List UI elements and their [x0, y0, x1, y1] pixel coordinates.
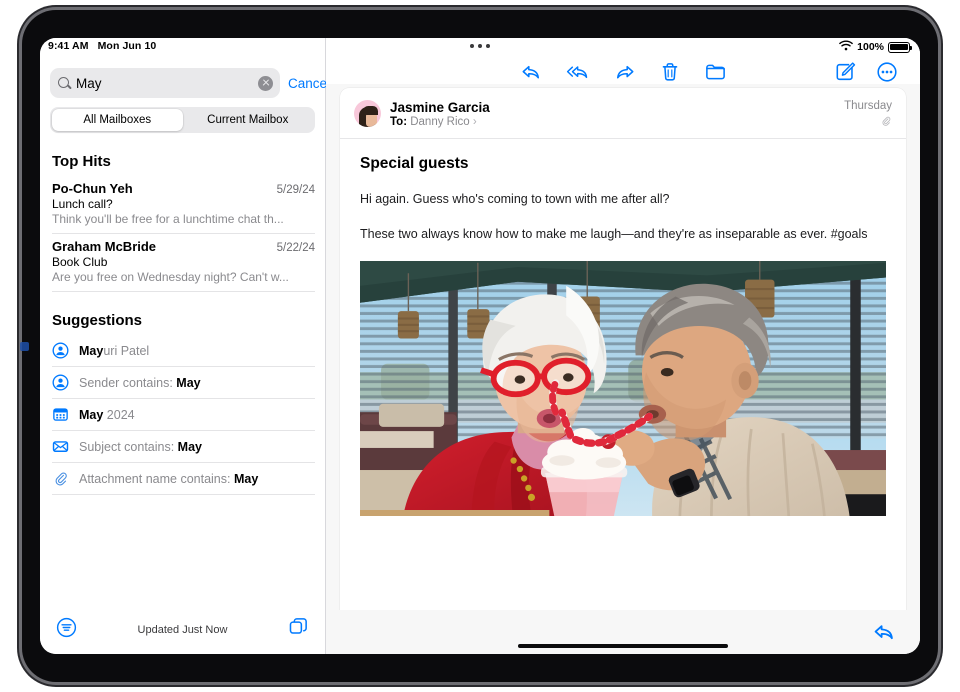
- hit-sender: Graham McBride: [52, 239, 277, 254]
- message-from: Jasmine Garcia: [390, 100, 835, 115]
- hit-date: 5/29/24: [277, 184, 315, 196]
- table-row[interactable]: Po-Chun Yeh 5/29/24 Lunch call? Think yo…: [52, 176, 315, 234]
- delete-button[interactable]: [660, 61, 680, 83]
- hit-sender: Po-Chun Yeh: [52, 181, 277, 196]
- message-reply-bar: [326, 610, 920, 654]
- suggestions-heading: Suggestions: [40, 292, 325, 335]
- top-hits-heading: Top Hits: [40, 133, 325, 176]
- ipad-screen: Cancel All Mailboxes Current Mailbox Top…: [40, 38, 920, 654]
- to-label: To:: [390, 116, 407, 128]
- message-recipients[interactable]: To: Danny Rico ›: [390, 116, 835, 128]
- suggestion-match: May: [79, 344, 103, 358]
- search-field[interactable]: [50, 68, 280, 98]
- filter-lines-circle-icon[interactable]: [56, 617, 77, 643]
- suggestion-match: May: [178, 440, 202, 454]
- suggestion-match: May: [79, 408, 103, 422]
- message-body: Special guests Hi again. Guess who's com…: [340, 139, 906, 610]
- hit-subject: Lunch call?: [52, 197, 315, 211]
- mailbox-status-label: Updated Just Now: [138, 624, 228, 636]
- search-icon: [57, 76, 71, 90]
- home-indicator[interactable]: [518, 644, 728, 649]
- search-row: Cancel: [40, 60, 325, 98]
- suggestion-prefix: Sender contains:: [79, 376, 176, 390]
- bezel-artifact: [20, 342, 29, 351]
- more-options-button[interactable]: [876, 61, 898, 83]
- person-circle-icon: [52, 374, 69, 391]
- message-right-actions: [834, 61, 920, 83]
- hit-header: Po-Chun Yeh 5/29/24: [52, 181, 315, 196]
- message-meta: Thursday: [844, 100, 892, 127]
- reply-button[interactable]: [520, 61, 542, 83]
- suggestion-prefix: Subject contains:: [79, 440, 178, 454]
- suggestion-label: Subject contains: May: [79, 440, 202, 454]
- message-photo-attachment[interactable]: [360, 261, 886, 516]
- message-header: Jasmine Garcia To: Danny Rico › Thursday: [340, 88, 906, 139]
- ipad-device-frame: Cancel All Mailboxes Current Mailbox Top…: [22, 10, 938, 682]
- calendar-icon: [52, 406, 69, 423]
- compose-button[interactable]: [834, 61, 856, 83]
- suggestion-label: May 2024: [79, 408, 135, 422]
- list-item[interactable]: Sender contains: May: [52, 367, 315, 399]
- to-recipient: Danny Rico: [410, 116, 469, 128]
- suggestion-prefix: Attachment name contains:: [79, 472, 234, 486]
- move-to-folder-button[interactable]: [704, 61, 727, 83]
- suggestions-list: Mayuri Patel Sender contains: May: [40, 335, 325, 495]
- mail-search-sidebar: Cancel All Mailboxes Current Mailbox Top…: [40, 38, 326, 654]
- segment-current-mailbox[interactable]: Current Mailbox: [183, 109, 314, 131]
- message-subject: Special guests: [360, 155, 886, 173]
- hit-subject: Book Club: [52, 255, 315, 269]
- suggestion-match: May: [176, 376, 200, 390]
- suggestion-label: Mayuri Patel: [79, 344, 149, 358]
- suggestion-rest: 2024: [103, 408, 134, 422]
- suggestion-label: Attachment name contains: May: [79, 472, 258, 486]
- message-card: Jasmine Garcia To: Danny Rico › Thursday: [340, 88, 906, 610]
- list-item[interactable]: Mayuri Patel: [52, 335, 315, 367]
- suggestion-match: May: [234, 472, 258, 486]
- top-hits-list: Po-Chun Yeh 5/29/24 Lunch call? Think yo…: [40, 176, 325, 292]
- message-date: Thursday: [844, 100, 892, 112]
- list-item[interactable]: May 2024: [52, 399, 315, 431]
- suggestion-rest: uri Patel: [103, 344, 149, 358]
- message-actions-group: [434, 61, 727, 83]
- message-paragraph: Hi again. Guess who's coming to town wit…: [360, 190, 886, 208]
- mailbox-scope-segmented-control[interactable]: All Mailboxes Current Mailbox: [50, 107, 315, 133]
- paperclip-icon: [52, 470, 69, 487]
- suggestion-label: Sender contains: May: [79, 376, 201, 390]
- forward-button[interactable]: [614, 61, 636, 83]
- reply-all-button[interactable]: [566, 61, 590, 83]
- hit-preview: Think you'll be free for a lunchtime cha…: [52, 212, 315, 226]
- hit-header: Graham McBride 5/22/24: [52, 239, 315, 254]
- paperclip-icon: [844, 115, 892, 127]
- search-input[interactable]: [76, 76, 253, 91]
- table-row[interactable]: Graham McBride 5/22/24 Book Club Are you…: [52, 234, 315, 292]
- new-window-icon[interactable]: [288, 617, 309, 643]
- reply-button-bottom[interactable]: [872, 620, 896, 644]
- message-detail-pane: Jasmine Garcia To: Danny Rico › Thursday: [326, 38, 920, 654]
- list-item[interactable]: Subject contains: May: [52, 431, 315, 463]
- person-circle-icon: [52, 342, 69, 359]
- message-sender-block: Jasmine Garcia To: Danny Rico ›: [390, 100, 835, 128]
- mailbox-bottom-toolbar: Updated Just Now: [40, 610, 325, 654]
- segment-all-mailboxes[interactable]: All Mailboxes: [52, 109, 183, 131]
- list-item[interactable]: Attachment name contains: May: [52, 463, 315, 495]
- message-toolbar: [326, 38, 920, 84]
- chevron-right-icon: ›: [473, 116, 477, 128]
- message-paragraph: These two always know how to make me lau…: [360, 225, 886, 243]
- hit-preview: Are you free on Wednesday night? Can't w…: [52, 270, 315, 284]
- envelope-icon: [52, 438, 69, 455]
- avatar: [354, 100, 381, 127]
- clear-text-icon[interactable]: [258, 76, 273, 91]
- hit-date: 5/22/24: [277, 242, 315, 254]
